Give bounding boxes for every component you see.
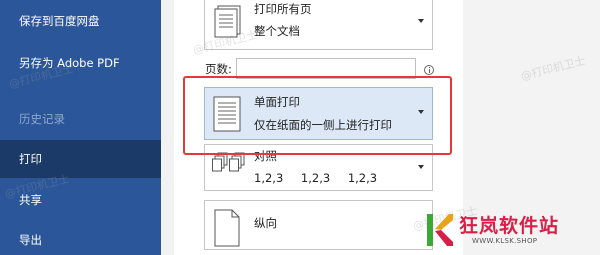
orientation-dropdown[interactable]: 纵向 xyxy=(204,200,433,250)
collation-subtitle: 1,2,3 1,2,3 1,2,3 xyxy=(254,171,378,185)
print-range-subtitle: 整个文档 xyxy=(254,24,300,38)
info-icon[interactable] xyxy=(424,65,434,75)
panel-gap xyxy=(161,0,174,255)
print-range-title: 打印所有页 xyxy=(254,2,312,16)
sidebar-item-print[interactable]: 打印 xyxy=(0,140,161,178)
sidebar-item-label: 保存到百度网盘 xyxy=(19,14,100,28)
backstage-sidebar: 保存到百度网盘 另存为 Adobe PDF 历史记录 打印 共享 导出 xyxy=(0,0,161,255)
sidebar-item-label: 导出 xyxy=(19,233,42,247)
sidebar-item-save-to-baidu[interactable]: 保存到百度网盘 xyxy=(0,14,161,28)
logo-text: 狂岚软件站 xyxy=(459,215,560,237)
pages-label: 页数: xyxy=(205,62,232,76)
site-logo: 狂岚软件站 WWW.KLSK.SHOP xyxy=(425,208,600,255)
chevron-down-icon xyxy=(418,19,424,23)
portrait-page-icon xyxy=(212,208,242,252)
sidebar-item-label: 打印 xyxy=(19,152,42,166)
sidebar-item-label: 历史记录 xyxy=(19,112,65,126)
collated-pages-icon xyxy=(212,151,248,187)
sidebar-item-history[interactable]: 历史记录 xyxy=(0,112,161,126)
orientation-title: 纵向 xyxy=(254,216,277,230)
chevron-down-icon xyxy=(418,165,424,169)
sidebar-item-export[interactable]: 导出 xyxy=(0,233,161,247)
sidebar-item-save-as-adobe-pdf[interactable]: 另存为 Adobe PDF xyxy=(0,56,161,70)
logo-k-icon xyxy=(425,212,455,252)
logo-subtext: WWW.KLSK.SHOP xyxy=(472,237,538,245)
red-highlight-box xyxy=(183,76,452,155)
